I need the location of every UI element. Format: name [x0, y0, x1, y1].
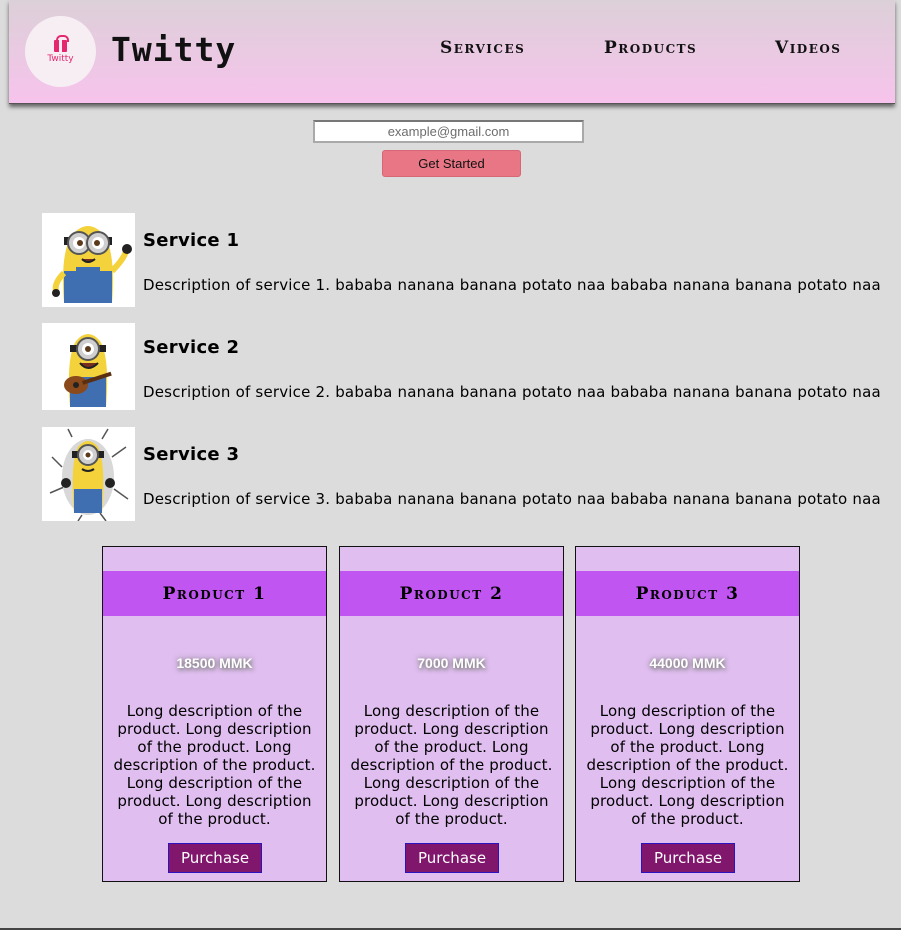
product-title: Product 3: [576, 571, 799, 616]
logo[interactable]: Twitty: [25, 16, 96, 87]
gift-icon: [54, 34, 69, 52]
brand-title: Twitty: [111, 30, 237, 69]
logo-text: Twitty: [47, 53, 74, 64]
nav-videos-link[interactable]: Videos: [775, 38, 841, 58]
get-started-button[interactable]: Get Started: [382, 150, 521, 177]
product-description: Long description of the product. Long de…: [586, 702, 789, 828]
product-description: Long description of the product. Long de…: [350, 702, 553, 828]
product-title: Product 1: [103, 571, 326, 616]
purchase-button[interactable]: Purchase: [641, 843, 735, 873]
site-header: Twitty Twitty Services Products Videos: [9, 0, 895, 104]
product-card: Product 2 7000 MMK Long description of t…: [339, 546, 564, 882]
service-title: Service 2: [143, 337, 240, 358]
product-card: Product 1 18500 MMK Long description of …: [102, 546, 327, 882]
product-price: 44000 MMK: [649, 655, 726, 671]
service-description: Description of service 1. bababa nanana …: [143, 276, 881, 294]
nav-products-link[interactable]: Products: [604, 38, 697, 58]
purchase-button[interactable]: Purchase: [168, 843, 262, 873]
minion-waving-image: [42, 213, 135, 307]
service-title: Service 3: [143, 444, 240, 465]
product-price: 7000 MMK: [417, 655, 486, 671]
minion-guitar-image: [42, 323, 135, 410]
purchase-button[interactable]: Purchase: [405, 843, 499, 873]
service-description: Description of service 2. bababa nanana …: [143, 383, 881, 401]
product-price: 18500 MMK: [176, 655, 253, 671]
product-card: Product 3 44000 MMK Long description of …: [575, 546, 800, 882]
minion-wall-image: [42, 427, 135, 521]
service-title: Service 1: [143, 230, 240, 251]
service-description: Description of service 3. bababa nanana …: [143, 490, 881, 508]
product-title: Product 2: [340, 571, 563, 616]
email-field[interactable]: [313, 120, 584, 143]
nav-services-link[interactable]: Services: [440, 38, 525, 58]
product-description: Long description of the product. Long de…: [113, 702, 316, 828]
